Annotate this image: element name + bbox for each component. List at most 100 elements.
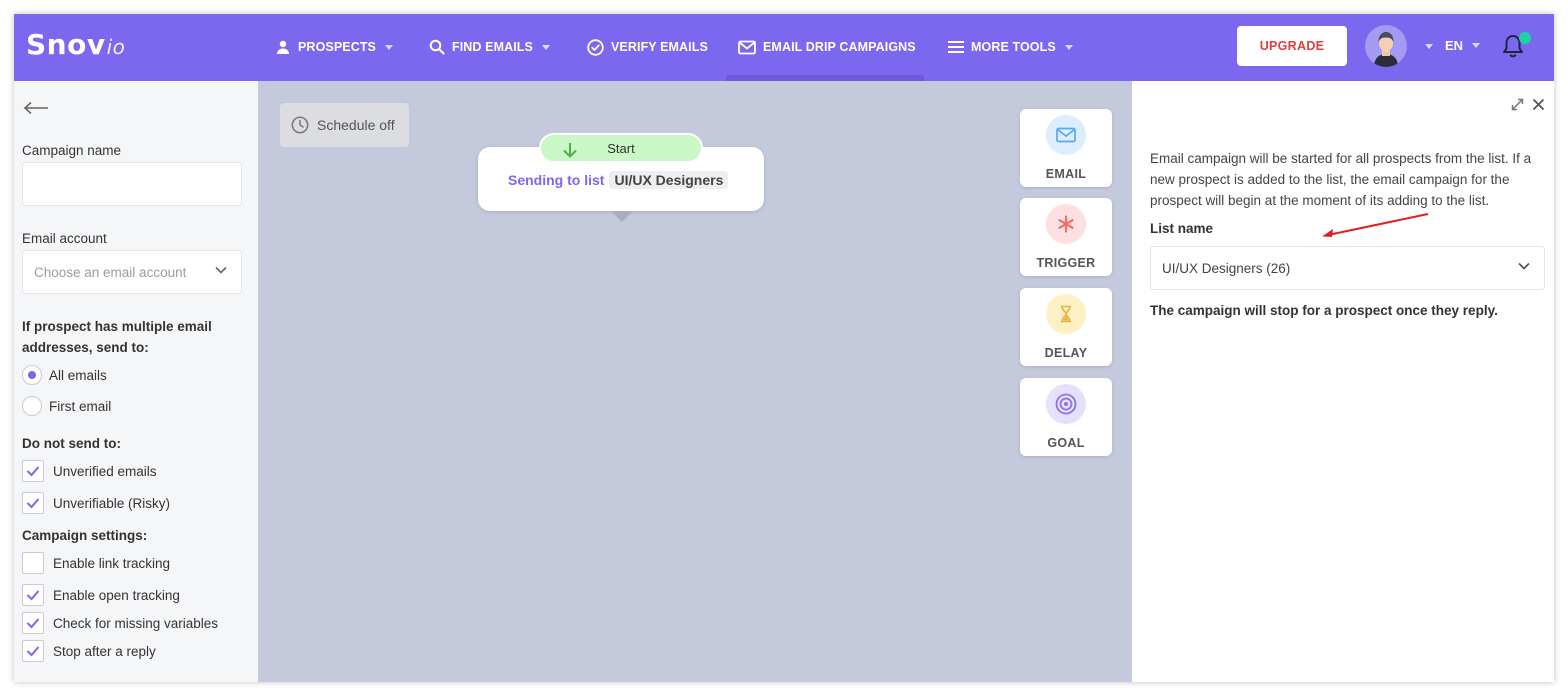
checkbox-unverifiable-risky[interactable]: Unverifiable (Risky): [22, 492, 170, 514]
asterisk-icon: [1058, 215, 1074, 233]
tool-trigger[interactable]: TRIGGER: [1020, 198, 1112, 276]
sending-to-list: Sending to list UI/UX Designers: [508, 171, 729, 189]
nav-more-tools[interactable]: MORE TOOLS: [948, 36, 1073, 58]
hourglass-icon: [1061, 305, 1071, 323]
tool-email[interactable]: EMAIL: [1020, 109, 1112, 187]
email-account-placeholder: Choose an email account: [34, 264, 187, 280]
annotation-arrow: [1322, 213, 1429, 237]
email-account-select[interactable]: Choose an email account: [22, 250, 242, 294]
logo-suffix-text: io: [106, 35, 126, 59]
multiple-addresses-label: If prospect has multiple email addresses…: [22, 319, 212, 355]
language-label: EN: [1445, 38, 1464, 53]
start-node-connector: [611, 211, 633, 222]
checkbox-check-missing-variables-label: Check for missing variables: [53, 615, 219, 631]
nav-more-tools-label: MORE TOOLS: [971, 40, 1056, 54]
campaign-name-input[interactable]: [22, 162, 242, 206]
checkmark-icon: [26, 590, 40, 601]
check-circle-icon: [587, 38, 604, 56]
checkbox-unverified-emails[interactable]: Unverified emails: [22, 460, 157, 482]
arrow-down-icon: [563, 143, 577, 158]
upgrade-button[interactable]: UPGRADE: [1237, 26, 1347, 66]
schedule-button[interactable]: Schedule off: [280, 103, 409, 147]
chevron-down-icon: [385, 44, 393, 50]
chevron-down-icon: [1518, 262, 1530, 270]
radio-all-emails[interactable]: All emails: [22, 365, 107, 385]
checkbox-stop-after-reply[interactable]: Stop after a reply: [22, 640, 156, 662]
campaign-flow-canvas[interactable]: Schedule off Start Sending to list UI/UX…: [258, 81, 1132, 682]
expand-icon[interactable]: [1511, 98, 1524, 111]
nav-find-emails-label: FIND EMAILS: [452, 40, 533, 54]
logo-main-text: Snov: [26, 28, 106, 61]
nav-prospects[interactable]: PROSPECTS: [275, 36, 393, 58]
list-name-label: List name: [1150, 221, 1214, 236]
checkbox-checked[interactable]: [22, 640, 44, 662]
checkbox-unverified-emails-label: Unverified emails: [53, 463, 157, 479]
envelope-icon: [738, 40, 756, 54]
target-icon: [1055, 393, 1077, 415]
checkbox-stop-after-reply-label: Stop after a reply: [53, 643, 156, 659]
checkbox-enable-open-tracking-label: Enable open tracking: [53, 587, 180, 603]
tool-goal-label: GOAL: [1047, 436, 1085, 450]
checkmark-icon: [26, 498, 40, 509]
avatar-chevron-down-icon[interactable]: [1425, 44, 1433, 49]
radio-first-email-label: First email: [49, 398, 112, 414]
email-account-label: Email account: [22, 231, 107, 246]
start-label: Start: [607, 140, 635, 156]
chevron-down-icon: [215, 266, 227, 274]
top-navigation-bar: Snovio PROSPECTS FIND EMAILS VERIFY EMAI…: [14, 14, 1554, 81]
checkbox-checked[interactable]: [22, 584, 44, 606]
nav-email-drip-campaigns[interactable]: EMAIL DRIP CAMPAIGNS: [738, 36, 916, 58]
nav-verify-emails-label: VERIFY EMAILS: [611, 40, 708, 54]
envelope-icon: [1056, 127, 1076, 143]
checkmark-icon: [26, 618, 40, 629]
campaign-settings-label: Campaign settings:: [22, 528, 148, 543]
start-settings-panel: Email campaign will be started for all p…: [1132, 81, 1554, 682]
nav-prospects-label: PROSPECTS: [298, 40, 376, 54]
nav-verify-emails[interactable]: VERIFY EMAILS: [587, 36, 708, 58]
tool-delay[interactable]: DELAY: [1020, 288, 1112, 366]
chevron-down-icon: [1472, 43, 1481, 48]
tool-goal[interactable]: GOAL: [1020, 378, 1112, 456]
checkbox-checked[interactable]: [22, 460, 44, 482]
notification-badge: [1519, 32, 1531, 44]
schedule-label: Schedule off: [317, 117, 395, 133]
delay-tool-icon-bg: [1046, 294, 1086, 334]
checkbox-checked[interactable]: [22, 612, 44, 634]
avatar[interactable]: [1365, 25, 1407, 67]
panel-description: Email campaign will be started for all p…: [1150, 151, 1532, 208]
search-icon: [429, 39, 445, 55]
campaign-name-label: Campaign name: [22, 143, 122, 158]
stop-reply-note: The campaign will stop for a prospect on…: [1150, 303, 1498, 318]
list-name-selected: UI/UX Designers (26): [1162, 260, 1291, 276]
radio-button-selected[interactable]: [22, 365, 42, 385]
checkbox-enable-open-tracking[interactable]: Enable open tracking: [22, 584, 180, 606]
chevron-down-icon: [1064, 44, 1073, 50]
trigger-tool-icon-bg: [1046, 204, 1086, 244]
goal-tool-icon-bg: [1046, 384, 1086, 424]
radio-first-email[interactable]: First email: [22, 396, 111, 416]
checkbox-check-missing-variables[interactable]: Check for missing variables: [22, 612, 218, 634]
radio-button[interactable]: [22, 396, 42, 416]
tool-delay-label: DELAY: [1044, 346, 1088, 360]
chevron-down-icon: [541, 44, 550, 50]
do-not-send-label: Do not send to:: [22, 436, 121, 451]
nav-find-emails[interactable]: FIND EMAILS: [429, 36, 550, 58]
checkbox-checked[interactable]: [22, 492, 44, 514]
snovio-logo[interactable]: Snovio: [26, 28, 125, 61]
checkmark-icon: [26, 646, 40, 657]
nav-email-drip-campaigns-label: EMAIL DRIP CAMPAIGNS: [763, 40, 916, 54]
list-tag: UI/UX Designers: [609, 171, 729, 189]
person-icon: [277, 40, 289, 54]
tool-trigger-label: TRIGGER: [1036, 256, 1096, 270]
close-icon[interactable]: [1532, 98, 1545, 111]
checkbox-enable-link-tracking[interactable]: Enable link tracking: [22, 552, 170, 574]
checkbox-unverifiable-risky-label: Unverifiable (Risky): [53, 495, 171, 511]
checkbox-unchecked[interactable]: [22, 552, 44, 574]
radio-all-emails-label: All emails: [49, 367, 107, 383]
list-name-select[interactable]: UI/UX Designers (26): [1150, 246, 1545, 290]
back-arrow-icon[interactable]: [23, 101, 49, 115]
checkmark-icon: [26, 466, 40, 477]
email-tool-icon-bg: [1046, 115, 1086, 155]
campaign-settings-sidebar: Campaign name Email account Choose an em…: [14, 81, 258, 682]
language-selector[interactable]: EN: [1445, 38, 1481, 53]
